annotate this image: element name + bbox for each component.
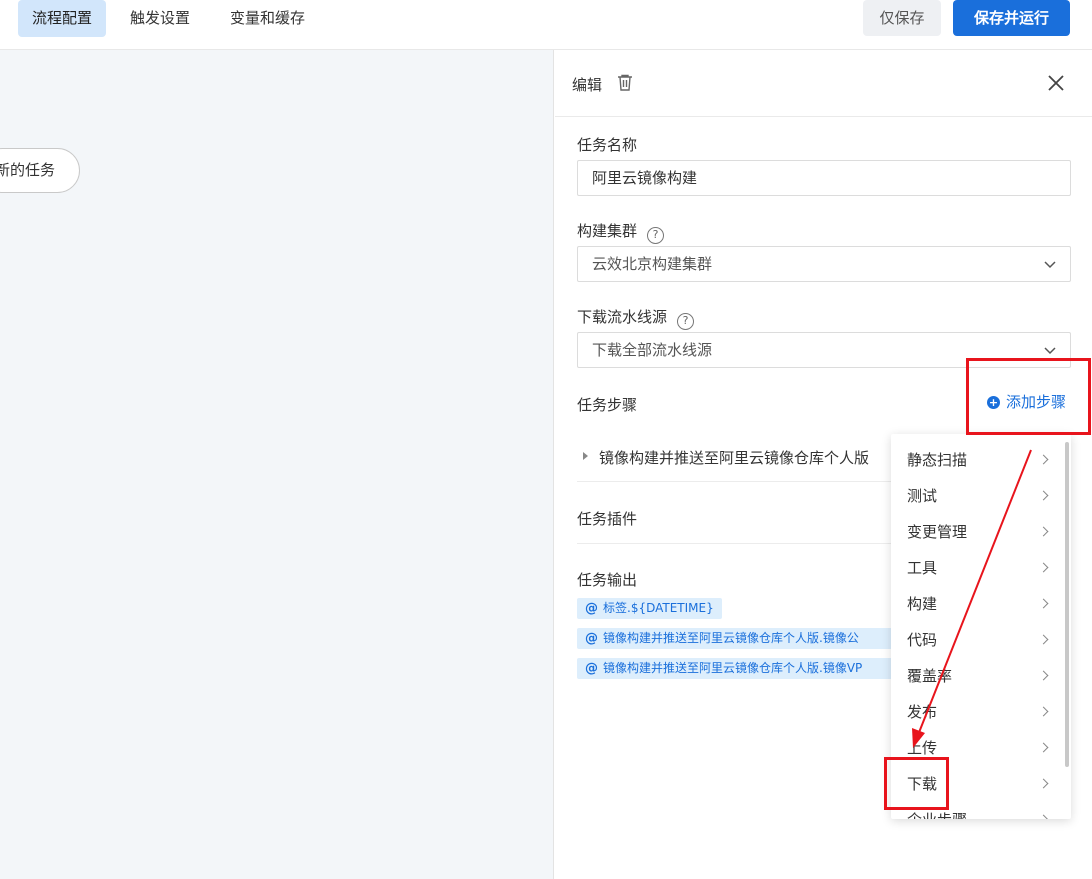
output-tag[interactable]: @ 镜像构建并推送至阿里云镜像仓库个人版.镜像公 — [577, 628, 897, 649]
cluster-label-text: 构建集群 — [577, 222, 638, 240]
menu-item-change-management[interactable]: 变更管理 — [891, 514, 1061, 550]
save-only-button[interactable]: 仅保存 — [863, 0, 941, 36]
help-icon[interactable]: ? — [677, 313, 695, 330]
menu-item-static-scan[interactable]: 静态扫描 — [891, 442, 1061, 478]
outputs-label: 任务输出 — [577, 571, 638, 589]
cluster-select[interactable]: 云效北京构建集群 — [577, 246, 1071, 282]
menu-item-code[interactable]: 代码 — [891, 622, 1061, 658]
chevron-right-icon — [1038, 814, 1049, 819]
plugins-label: 任务插件 — [577, 510, 638, 528]
chevron-right-icon — [1038, 490, 1049, 501]
close-icon[interactable] — [1046, 73, 1066, 93]
menu-item-coverage[interactable]: 覆盖率 — [891, 658, 1061, 694]
steps-label: 任务步骤 — [577, 396, 638, 414]
tab-flow-config[interactable]: 流程配置 — [18, 0, 107, 37]
top-bar: 流程配置 触发设置 变量和缓存 仅保存 保存并运行 — [0, 0, 1092, 50]
at-icon: @ — [585, 601, 598, 616]
source-select-value: 下载全部流水线源 — [592, 341, 713, 359]
tab-variables-cache[interactable]: 变量和缓存 — [216, 0, 319, 37]
chevron-right-icon — [1038, 562, 1049, 573]
caret-right-icon[interactable] — [583, 452, 588, 460]
cluster-select-value: 云效北京构建集群 — [592, 255, 713, 273]
tab-trigger-settings[interactable]: 触发设置 — [116, 0, 204, 37]
save-and-run-button[interactable]: 保存并运行 — [953, 0, 1070, 36]
task-node[interactable]: 新的任务 — [0, 148, 80, 193]
output-tag[interactable]: @ 镜像构建并推送至阿里云镜像仓库个人版.镜像VP — [577, 658, 897, 679]
menu-scrollbar[interactable] — [1065, 442, 1069, 767]
step-item-label: 镜像构建并推送至阿里云镜像仓库个人版 — [599, 449, 870, 467]
menu-item-tools[interactable]: 工具 — [891, 550, 1061, 586]
highlight-download — [884, 757, 949, 810]
task-name-input[interactable]: 阿里云镜像构建 — [577, 160, 1071, 196]
output-tag[interactable]: @ 标签.${DATETIME} — [577, 598, 722, 619]
source-label: 下载流水线源? — [577, 306, 695, 330]
chevron-right-icon — [1038, 706, 1049, 717]
menu-item-test[interactable]: 测试 — [891, 478, 1061, 514]
panel-title: 编辑 — [572, 76, 603, 94]
cluster-label: 构建集群? — [577, 220, 665, 244]
chevron-right-icon — [1038, 670, 1049, 681]
trash-icon[interactable] — [617, 74, 633, 91]
at-icon: @ — [585, 631, 598, 646]
help-icon[interactable]: ? — [647, 227, 665, 244]
panel-header: 编辑 — [555, 50, 1092, 117]
chevron-right-icon — [1038, 634, 1049, 645]
menu-item-release[interactable]: 发布 — [891, 694, 1061, 730]
chevron-right-icon — [1038, 454, 1049, 465]
chevron-down-icon — [1044, 261, 1056, 269]
at-icon: @ — [585, 661, 598, 676]
highlight-add-step — [966, 358, 1091, 435]
task-name-label: 任务名称 — [577, 136, 638, 154]
menu-item-build[interactable]: 构建 — [891, 586, 1061, 622]
chevron-right-icon — [1038, 778, 1049, 789]
source-label-text: 下载流水线源 — [577, 308, 668, 326]
pipeline-canvas[interactable]: 新的任务 — [0, 50, 554, 879]
chevron-right-icon — [1038, 526, 1049, 537]
chevron-down-icon — [1044, 347, 1056, 355]
chevron-right-icon — [1038, 742, 1049, 753]
chevron-right-icon — [1038, 598, 1049, 609]
